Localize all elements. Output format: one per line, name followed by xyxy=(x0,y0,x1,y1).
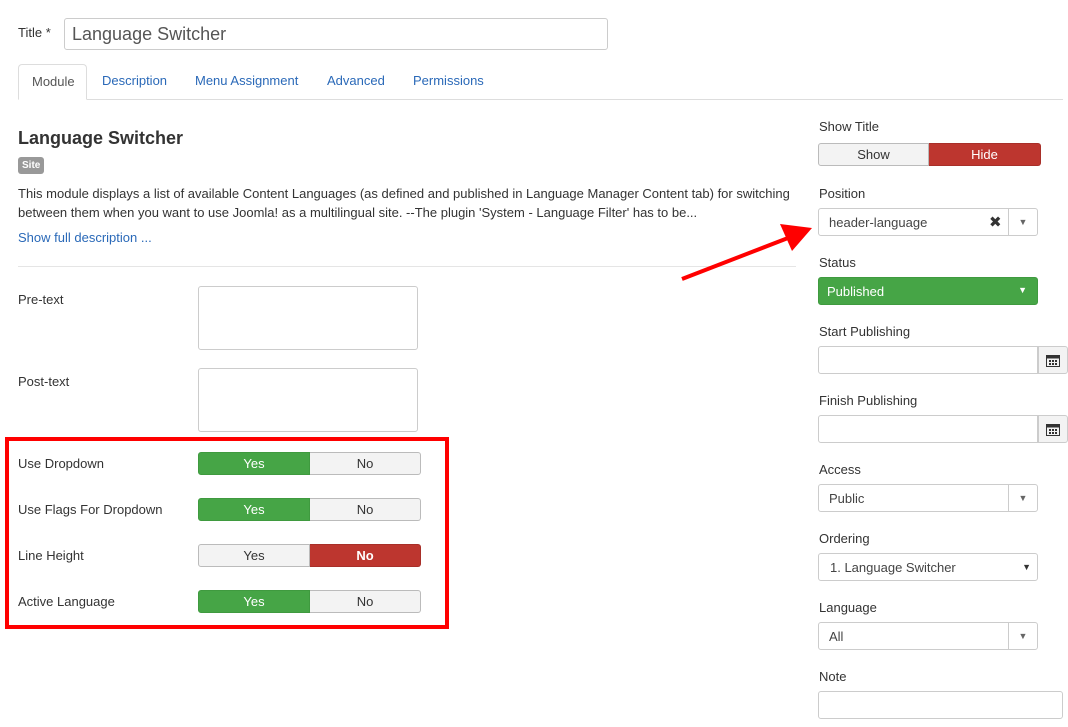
show-title-toggle: Show Hide xyxy=(818,143,1041,166)
tab-advanced[interactable]: Advanced xyxy=(314,64,398,100)
start-publishing-input[interactable] xyxy=(818,346,1038,374)
pretext-label: Pre-text xyxy=(18,292,64,307)
calendar-icon xyxy=(1046,423,1060,436)
access-label: Access xyxy=(819,462,861,477)
language-select[interactable]: All ▼ xyxy=(818,622,1038,650)
show-full-description-link[interactable]: Show full description ... xyxy=(18,230,152,245)
caret-down-icon: ▼ xyxy=(1022,562,1031,572)
note-input[interactable] xyxy=(818,691,1063,719)
tab-module[interactable]: Module xyxy=(18,64,87,100)
access-select[interactable]: Public ▼ xyxy=(818,484,1038,512)
position-label: Position xyxy=(819,186,866,201)
caret-down-icon: ▼ xyxy=(1008,485,1037,511)
highlight-box xyxy=(5,437,449,629)
tab-permissions[interactable]: Permissions xyxy=(400,64,497,100)
caret-down-icon: ▼ xyxy=(1018,285,1027,295)
title-input[interactable] xyxy=(64,18,608,50)
language-label: Language xyxy=(819,600,877,615)
ordering-select[interactable]: 1. Language Switcher ▼ xyxy=(818,553,1038,581)
status-select[interactable]: Published ▼ xyxy=(818,277,1038,305)
pretext-textarea[interactable] xyxy=(198,286,418,350)
show-title-label: Show Title xyxy=(819,119,879,134)
tab-menu-assignment[interactable]: Menu Assignment xyxy=(182,64,311,100)
site-badge: Site xyxy=(18,157,45,174)
caret-down-icon[interactable]: ▼ xyxy=(1008,209,1037,235)
title-label: Title * xyxy=(18,25,51,40)
ordering-value: 1. Language Switcher xyxy=(830,560,956,575)
show-title-hide-button[interactable]: Hide xyxy=(929,143,1041,166)
position-value: header-language xyxy=(829,215,928,230)
module-description: This module displays a list of available… xyxy=(18,186,790,220)
clear-x-icon[interactable]: ✖ xyxy=(989,213,1002,231)
position-select[interactable]: header-language ✖ ▼ xyxy=(818,208,1038,236)
language-value: All xyxy=(829,629,844,644)
show-title-show-button[interactable]: Show xyxy=(818,143,929,166)
red-arrow xyxy=(681,224,812,281)
status-value: Published xyxy=(827,284,885,299)
access-value: Public xyxy=(829,491,865,506)
finish-publishing-label: Finish Publishing xyxy=(819,393,918,408)
ordering-label: Ordering xyxy=(819,531,870,546)
finish-publishing-calendar-button[interactable] xyxy=(1038,415,1068,443)
start-publishing-label: Start Publishing xyxy=(819,324,911,339)
finish-publishing-input[interactable] xyxy=(818,415,1038,443)
caret-down-icon: ▼ xyxy=(1008,623,1037,649)
calendar-icon xyxy=(1046,354,1060,367)
tab-description[interactable]: Description xyxy=(89,64,180,100)
start-publishing-calendar-button[interactable] xyxy=(1038,346,1068,374)
posttext-label: Post-text xyxy=(18,374,70,389)
module-heading: Language Switcher xyxy=(18,128,184,148)
note-label: Note xyxy=(819,669,847,684)
status-label: Status xyxy=(819,255,856,270)
posttext-textarea[interactable] xyxy=(198,368,418,432)
